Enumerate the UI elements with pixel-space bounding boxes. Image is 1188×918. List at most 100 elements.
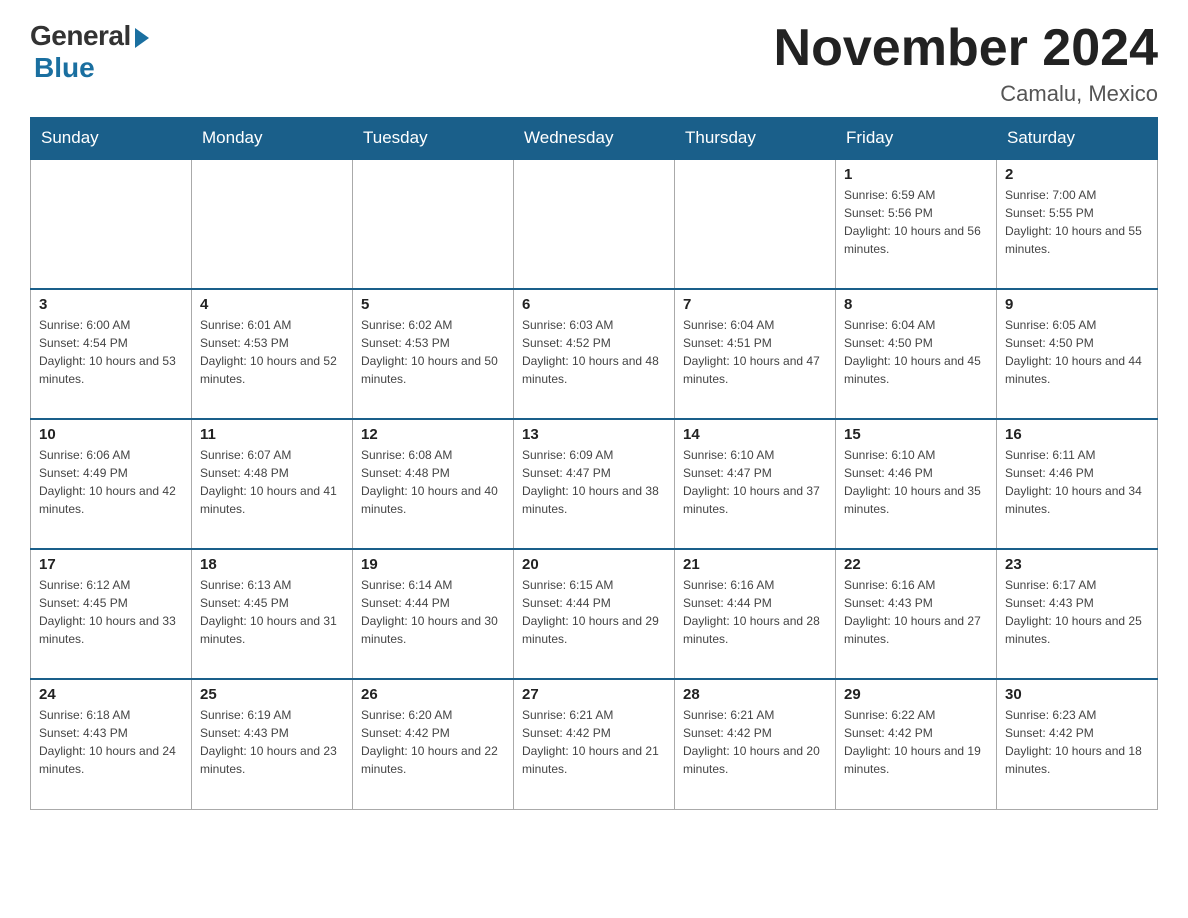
day-info: Sunrise: 6:14 AMSunset: 4:44 PMDaylight:… <box>361 576 505 648</box>
day-info: Sunrise: 6:23 AMSunset: 4:42 PMDaylight:… <box>1005 706 1149 778</box>
day-info: Sunrise: 6:15 AMSunset: 4:44 PMDaylight:… <box>522 576 666 648</box>
calendar-cell: 12 Sunrise: 6:08 AMSunset: 4:48 PMDayligh… <box>353 419 514 549</box>
day-number: 9 <box>1005 296 1149 313</box>
day-info: Sunrise: 6:59 AMSunset: 5:56 PMDaylight:… <box>844 186 988 258</box>
day-info: Sunrise: 6:04 AMSunset: 4:50 PMDaylight:… <box>844 316 988 388</box>
day-number: 22 <box>844 556 988 573</box>
day-number: 7 <box>683 296 827 313</box>
day-info: Sunrise: 6:22 AMSunset: 4:42 PMDaylight:… <box>844 706 988 778</box>
calendar-cell: 17 Sunrise: 6:12 AMSunset: 4:45 PMDayligh… <box>31 549 192 679</box>
day-of-week-friday: Friday <box>836 118 997 160</box>
logo-blue-text: Blue <box>34 52 95 84</box>
day-number: 17 <box>39 556 183 573</box>
day-info: Sunrise: 6:07 AMSunset: 4:48 PMDaylight:… <box>200 446 344 518</box>
title-section: November 2024 Camalu, Mexico <box>774 20 1158 107</box>
calendar-cell <box>514 159 675 289</box>
calendar-cell: 19 Sunrise: 6:14 AMSunset: 4:44 PMDayligh… <box>353 549 514 679</box>
day-number: 2 <box>1005 166 1149 183</box>
day-number: 3 <box>39 296 183 313</box>
day-of-week-tuesday: Tuesday <box>353 118 514 160</box>
day-info: Sunrise: 6:05 AMSunset: 4:50 PMDaylight:… <box>1005 316 1149 388</box>
day-info: Sunrise: 6:08 AMSunset: 4:48 PMDaylight:… <box>361 446 505 518</box>
calendar-cell: 11 Sunrise: 6:07 AMSunset: 4:48 PMDayligh… <box>192 419 353 549</box>
day-number: 15 <box>844 426 988 443</box>
day-info: Sunrise: 6:16 AMSunset: 4:43 PMDaylight:… <box>844 576 988 648</box>
calendar-cell: 15 Sunrise: 6:10 AMSunset: 4:46 PMDayligh… <box>836 419 997 549</box>
day-number: 18 <box>200 556 344 573</box>
day-info: Sunrise: 6:00 AMSunset: 4:54 PMDaylight:… <box>39 316 183 388</box>
calendar-cell: 30 Sunrise: 6:23 AMSunset: 4:42 PMDayligh… <box>997 679 1158 809</box>
calendar-week-row: 24Sunrise: 6:18 AMSunset: 4:43 PMDayligh… <box>31 679 1158 809</box>
calendar-cell: 27Sunrise: 6:21 AMSunset: 4:42 PMDayligh… <box>514 679 675 809</box>
calendar-cell: 2 Sunrise: 7:00 AMSunset: 5:55 PMDaylight… <box>997 159 1158 289</box>
calendar-cell: 6 Sunrise: 6:03 AMSunset: 4:52 PMDaylight… <box>514 289 675 419</box>
day-info: Sunrise: 7:00 AMSunset: 5:55 PMDaylight:… <box>1005 186 1149 258</box>
day-number: 1 <box>844 166 988 183</box>
calendar-cell: 25Sunrise: 6:19 AMSunset: 4:43 PMDayligh… <box>192 679 353 809</box>
day-info: Sunrise: 6:21 AMSunset: 4:42 PMDaylight:… <box>683 706 827 778</box>
day-number: 19 <box>361 556 505 573</box>
day-number: 5 <box>361 296 505 313</box>
day-info: Sunrise: 6:10 AMSunset: 4:47 PMDaylight:… <box>683 446 827 518</box>
calendar-cell: 14 Sunrise: 6:10 AMSunset: 4:47 PMDayligh… <box>675 419 836 549</box>
day-info: Sunrise: 6:18 AMSunset: 4:43 PMDaylight:… <box>39 706 183 778</box>
calendar-cell: 21 Sunrise: 6:16 AMSunset: 4:44 PMDayligh… <box>675 549 836 679</box>
day-info: Sunrise: 6:16 AMSunset: 4:44 PMDaylight:… <box>683 576 827 648</box>
calendar-week-row: 17 Sunrise: 6:12 AMSunset: 4:45 PMDayligh… <box>31 549 1158 679</box>
calendar-cell: 3 Sunrise: 6:00 AMSunset: 4:54 PMDaylight… <box>31 289 192 419</box>
calendar-cell: 28 Sunrise: 6:21 AMSunset: 4:42 PMDayligh… <box>675 679 836 809</box>
day-number: 20 <box>522 556 666 573</box>
day-number: 10 <box>39 426 183 443</box>
day-info: Sunrise: 6:21 AMSunset: 4:42 PMDaylight:… <box>522 706 666 778</box>
day-number: 30 <box>1005 686 1149 703</box>
calendar-cell: 4Sunrise: 6:01 AMSunset: 4:53 PMDaylight… <box>192 289 353 419</box>
day-of-week-monday: Monday <box>192 118 353 160</box>
day-number: 8 <box>844 296 988 313</box>
day-of-week-saturday: Saturday <box>997 118 1158 160</box>
day-info: Sunrise: 6:03 AMSunset: 4:52 PMDaylight:… <box>522 316 666 388</box>
calendar-cell: 13Sunrise: 6:09 AMSunset: 4:47 PMDayligh… <box>514 419 675 549</box>
calendar-week-row: 1 Sunrise: 6:59 AMSunset: 5:56 PMDaylight… <box>31 159 1158 289</box>
page-header: General Blue November 2024 Camalu, Mexic… <box>30 20 1158 107</box>
day-number: 4 <box>200 296 344 313</box>
day-number: 11 <box>200 426 344 443</box>
calendar-cell <box>675 159 836 289</box>
day-info: Sunrise: 6:10 AMSunset: 4:46 PMDaylight:… <box>844 446 988 518</box>
calendar-cell <box>353 159 514 289</box>
calendar-cell: 26 Sunrise: 6:20 AMSunset: 4:42 PMDayligh… <box>353 679 514 809</box>
day-info: Sunrise: 6:20 AMSunset: 4:42 PMDaylight:… <box>361 706 505 778</box>
day-number: 29 <box>844 686 988 703</box>
day-number: 21 <box>683 556 827 573</box>
day-info: Sunrise: 6:17 AMSunset: 4:43 PMDaylight:… <box>1005 576 1149 648</box>
day-of-week-wednesday: Wednesday <box>514 118 675 160</box>
calendar-cell: 18Sunrise: 6:13 AMSunset: 4:45 PMDayligh… <box>192 549 353 679</box>
calendar-week-row: 3 Sunrise: 6:00 AMSunset: 4:54 PMDaylight… <box>31 289 1158 419</box>
day-number: 12 <box>361 426 505 443</box>
day-info: Sunrise: 6:12 AMSunset: 4:45 PMDaylight:… <box>39 576 183 648</box>
day-info: Sunrise: 6:09 AMSunset: 4:47 PMDaylight:… <box>522 446 666 518</box>
calendar-cell <box>31 159 192 289</box>
day-info: Sunrise: 6:04 AMSunset: 4:51 PMDaylight:… <box>683 316 827 388</box>
calendar-cell: 22 Sunrise: 6:16 AMSunset: 4:43 PMDayligh… <box>836 549 997 679</box>
day-number: 23 <box>1005 556 1149 573</box>
calendar-cell: 1 Sunrise: 6:59 AMSunset: 5:56 PMDaylight… <box>836 159 997 289</box>
day-info: Sunrise: 6:11 AMSunset: 4:46 PMDaylight:… <box>1005 446 1149 518</box>
day-number: 16 <box>1005 426 1149 443</box>
day-number: 28 <box>683 686 827 703</box>
day-of-week-thursday: Thursday <box>675 118 836 160</box>
logo-general-text: General <box>30 20 131 52</box>
day-number: 26 <box>361 686 505 703</box>
calendar-cell: 20 Sunrise: 6:15 AMSunset: 4:44 PMDayligh… <box>514 549 675 679</box>
month-title: November 2024 <box>774 20 1158 77</box>
calendar-header-row: SundayMondayTuesdayWednesdayThursdayFrid… <box>31 118 1158 160</box>
calendar-cell: 9 Sunrise: 6:05 AMSunset: 4:50 PMDaylight… <box>997 289 1158 419</box>
calendar-cell: 24Sunrise: 6:18 AMSunset: 4:43 PMDayligh… <box>31 679 192 809</box>
calendar-cell: 29 Sunrise: 6:22 AMSunset: 4:42 PMDayligh… <box>836 679 997 809</box>
day-number: 6 <box>522 296 666 313</box>
logo: General Blue <box>30 20 149 84</box>
calendar-cell: 10Sunrise: 6:06 AMSunset: 4:49 PMDayligh… <box>31 419 192 549</box>
calendar-cell <box>192 159 353 289</box>
day-number: 14 <box>683 426 827 443</box>
calendar-cell: 5Sunrise: 6:02 AMSunset: 4:53 PMDaylight… <box>353 289 514 419</box>
day-info: Sunrise: 6:19 AMSunset: 4:43 PMDaylight:… <box>200 706 344 778</box>
